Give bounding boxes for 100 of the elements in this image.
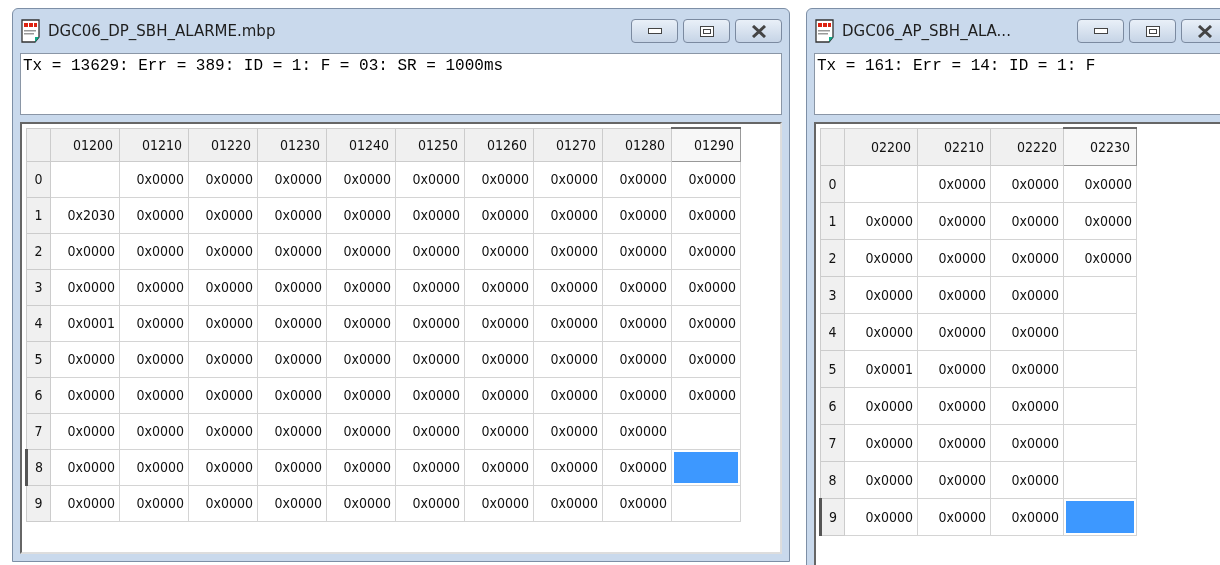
table-cell[interactable]: 0x0000 — [533, 305, 603, 341]
table-cell[interactable]: 0x0000 — [395, 485, 465, 521]
row-header[interactable]: 5 — [820, 350, 845, 387]
table-cell[interactable]: 0x0000 — [844, 498, 918, 535]
table-cell[interactable]: 0x0000 — [533, 377, 603, 413]
table-cell[interactable]: 0x0000 — [990, 350, 1064, 387]
table-cell[interactable]: 0x0000 — [257, 413, 327, 449]
table-cell[interactable]: 0x0000 — [50, 485, 120, 521]
table-cell[interactable]: 0x0000 — [464, 161, 534, 197]
table-cell[interactable]: 0x0000 — [917, 313, 991, 350]
table-cell[interactable]: 0x0000 — [844, 202, 918, 239]
table-cell[interactable]: 0x0000 — [257, 161, 327, 197]
table-cell[interactable]: 0x0000 — [395, 449, 465, 485]
table-cell[interactable]: 0x0000 — [395, 269, 465, 305]
table-cell[interactable]: 0x0000 — [326, 449, 396, 485]
table-cell[interactable]: 0x0000 — [326, 485, 396, 521]
row-header[interactable]: 0 — [820, 165, 845, 202]
row-header[interactable]: 7 — [26, 413, 51, 449]
row-header[interactable]: 3 — [26, 269, 51, 305]
table-cell[interactable]: 0x0000 — [188, 233, 258, 269]
restore-button[interactable] — [1129, 19, 1176, 43]
table-cell[interactable] — [671, 413, 741, 449]
row-header[interactable]: 1 — [26, 197, 51, 233]
column-header[interactable]: 02220 — [990, 128, 1064, 165]
table-cell[interactable]: 0x0000 — [1063, 202, 1137, 239]
table-cell[interactable]: 0x0000 — [188, 377, 258, 413]
table-cell[interactable]: 0x0000 — [917, 387, 991, 424]
table-cell[interactable]: 0x0000 — [917, 498, 991, 535]
table-cell[interactable]: 0x0000 — [188, 413, 258, 449]
table-cell[interactable]: 0x0000 — [1063, 165, 1137, 202]
table-cell[interactable]: 0x0000 — [844, 239, 918, 276]
table-cell[interactable] — [1063, 313, 1137, 350]
table-cell[interactable]: 0x0000 — [326, 161, 396, 197]
row-header[interactable]: 9 — [26, 485, 51, 521]
row-header[interactable]: 5 — [26, 341, 51, 377]
table-cell[interactable]: 0x0000 — [257, 377, 327, 413]
table-cell[interactable]: 0x0000 — [464, 413, 534, 449]
table-cell[interactable]: 0x0000 — [50, 449, 120, 485]
table-cell[interactable]: 0x0000 — [533, 341, 603, 377]
table-cell[interactable]: 0x0001 — [844, 350, 918, 387]
table-cell[interactable]: 0x0000 — [188, 197, 258, 233]
table-cell[interactable]: 0x0000 — [395, 341, 465, 377]
table-cell[interactable]: 0x0000 — [257, 485, 327, 521]
table-cell[interactable]: 0x0000 — [671, 233, 741, 269]
table-cell[interactable] — [1063, 424, 1137, 461]
table-cell[interactable]: 0x0000 — [533, 449, 603, 485]
table-cell[interactable]: 0x0000 — [119, 449, 189, 485]
table-cell[interactable]: 0x0000 — [257, 341, 327, 377]
row-header[interactable]: 6 — [26, 377, 51, 413]
table-cell[interactable]: 0x0000 — [533, 233, 603, 269]
row-header[interactable]: 0 — [26, 161, 51, 197]
table-cell[interactable]: 0x0000 — [188, 485, 258, 521]
table-cell[interactable]: 0x0000 — [602, 413, 672, 449]
minimize-button[interactable] — [631, 19, 678, 43]
table-cell[interactable]: 0x0000 — [395, 413, 465, 449]
table-cell[interactable]: 0x0000 — [119, 233, 189, 269]
table-cell[interactable]: 0x0000 — [119, 485, 189, 521]
table-cell[interactable]: 0x0000 — [671, 341, 741, 377]
table-cell[interactable]: 0x0000 — [188, 449, 258, 485]
table-cell[interactable]: 0x0000 — [602, 269, 672, 305]
row-header[interactable]: 4 — [26, 305, 51, 341]
table-cell[interactable]: 0x0000 — [395, 161, 465, 197]
table-cell[interactable]: 0x0000 — [464, 305, 534, 341]
table-cell[interactable]: 0x0000 — [188, 161, 258, 197]
table-cell[interactable]: 0x0000 — [326, 413, 396, 449]
table-cell[interactable]: 0x0000 — [990, 276, 1064, 313]
table-cell[interactable]: 0x0000 — [188, 305, 258, 341]
table-cell[interactable]: 0x0000 — [844, 387, 918, 424]
restore-button[interactable] — [683, 19, 730, 43]
table-cell[interactable]: 0x0000 — [50, 269, 120, 305]
close-button[interactable] — [735, 19, 782, 43]
table-cell[interactable]: 0x0000 — [671, 197, 741, 233]
table-cell[interactable]: 0x0000 — [119, 197, 189, 233]
table-cell[interactable] — [1063, 276, 1137, 313]
table-cell[interactable]: 0x0000 — [602, 377, 672, 413]
table-cell[interactable]: 0x0000 — [990, 239, 1064, 276]
table-cell[interactable]: 0x0000 — [990, 424, 1064, 461]
close-button[interactable] — [1181, 19, 1220, 43]
row-header[interactable]: 6 — [820, 387, 845, 424]
table-cell[interactable]: 0x0000 — [844, 424, 918, 461]
table-cell[interactable]: 0x0000 — [917, 424, 991, 461]
column-header[interactable]: 02210 — [917, 128, 991, 165]
table-cell[interactable]: 0x0000 — [257, 269, 327, 305]
table-cell[interactable]: 0x0000 — [188, 269, 258, 305]
row-header[interactable]: 2 — [820, 239, 845, 276]
table-cell[interactable] — [1063, 498, 1137, 535]
row-header[interactable]: 8 — [26, 449, 51, 485]
row-header[interactable]: 1 — [820, 202, 845, 239]
table-cell[interactable]: 0x0000 — [326, 233, 396, 269]
table-cell[interactable]: 0x0000 — [917, 350, 991, 387]
table-cell[interactable]: 0x0000 — [990, 498, 1064, 535]
row-header[interactable]: 3 — [820, 276, 845, 313]
table-cell[interactable]: 0x0000 — [602, 305, 672, 341]
column-header[interactable]: 01250 — [395, 128, 465, 161]
table-cell[interactable]: 0x0000 — [602, 485, 672, 521]
table-cell[interactable]: 0x0000 — [844, 461, 918, 498]
table-cell[interactable]: 0x0000 — [602, 341, 672, 377]
table-cell[interactable]: 0x0000 — [917, 276, 991, 313]
table-cell[interactable]: 0x0000 — [602, 197, 672, 233]
table-cell[interactable] — [671, 485, 741, 521]
